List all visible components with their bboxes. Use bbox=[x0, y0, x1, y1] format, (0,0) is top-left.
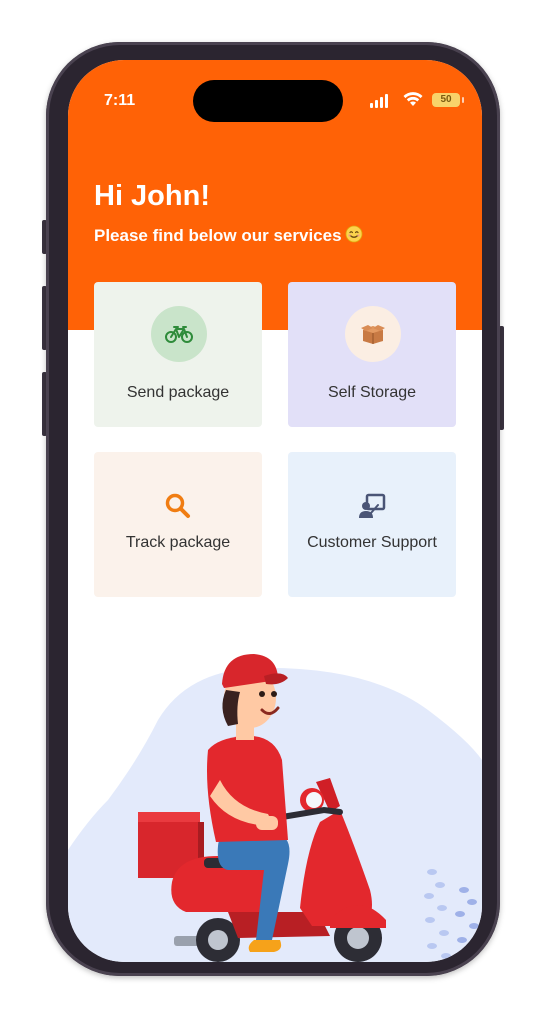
customer-support-card[interactable]: Customer Support bbox=[288, 452, 456, 597]
send-package-label: Send package bbox=[126, 384, 230, 401]
support-icon bbox=[359, 493, 386, 518]
status-time: 7:11 bbox=[104, 92, 136, 109]
self-storage-label: Self Storage bbox=[327, 384, 417, 401]
search-icon bbox=[165, 493, 190, 518]
battery-icon: 50 bbox=[432, 93, 464, 107]
track-package-label: Track package bbox=[125, 534, 231, 551]
track-package-card[interactable]: Track package bbox=[94, 452, 262, 597]
self-storage-icon-circle bbox=[345, 306, 401, 362]
wifi-icon bbox=[403, 92, 423, 106]
dynamic-island bbox=[193, 80, 343, 122]
smiling-face-icon bbox=[345, 225, 362, 243]
greeting-subtitle: Please find below our services bbox=[94, 225, 363, 246]
delivery-scooter-illustration bbox=[68, 654, 482, 962]
app-screen: 7:11 50 Hi John! Please find below our s… bbox=[68, 60, 482, 962]
send-package-card[interactable]: Send package bbox=[94, 282, 262, 427]
battery-level: 50 bbox=[440, 94, 452, 105]
subtitle-text: Please find below our services bbox=[94, 226, 342, 245]
self-storage-card[interactable]: Self Storage bbox=[288, 282, 456, 427]
signal-icon bbox=[370, 94, 388, 108]
box-icon bbox=[361, 325, 385, 344]
bicycle-icon bbox=[165, 326, 193, 343]
greeting-title: Hi John! bbox=[94, 180, 210, 212]
status-bar: 7:11 50 bbox=[68, 60, 482, 122]
send-package-icon-circle bbox=[151, 306, 207, 362]
customer-support-label: Customer Support bbox=[307, 534, 437, 551]
